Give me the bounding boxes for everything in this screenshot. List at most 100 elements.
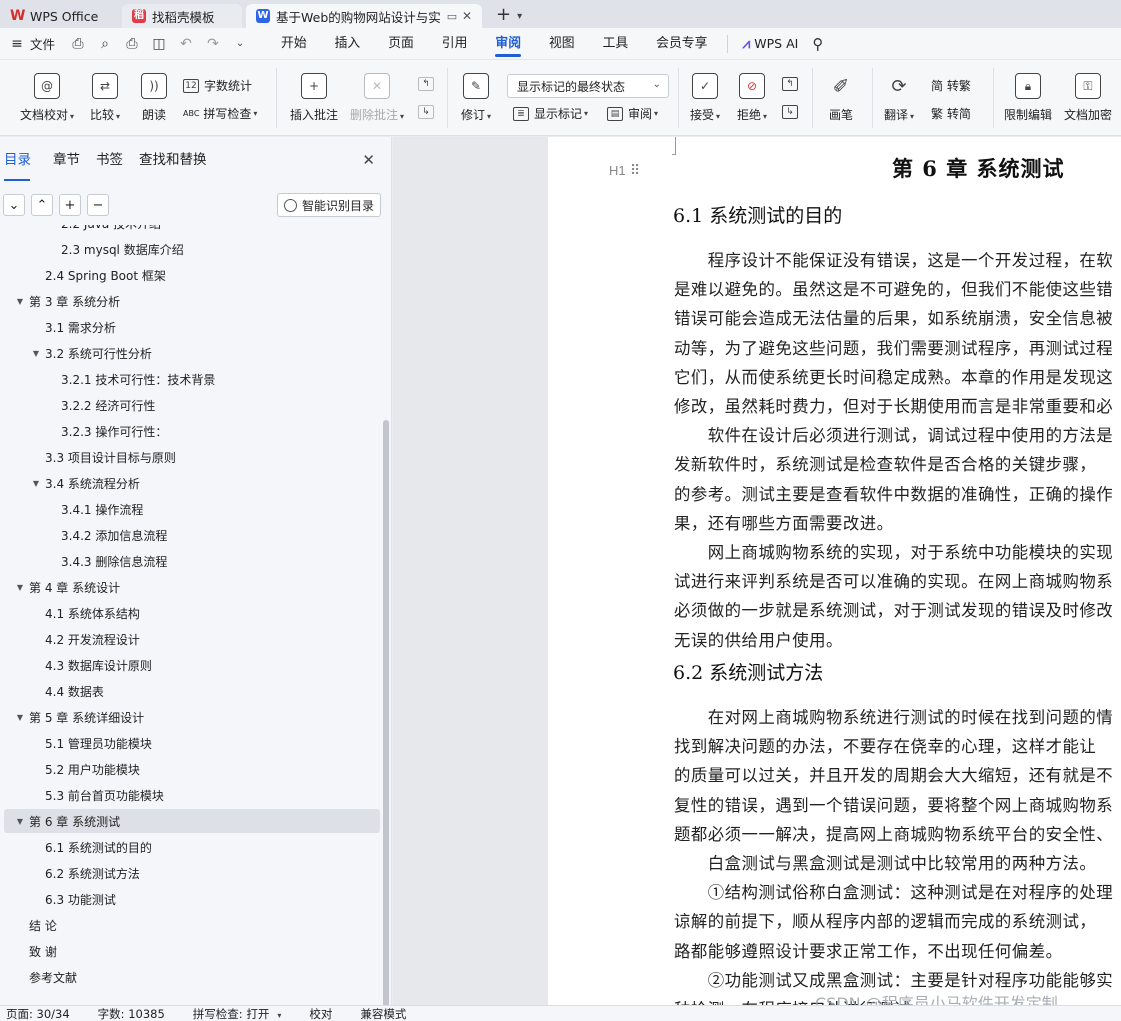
- toc-item[interactable]: 3.2.3 操作可行性：: [0, 419, 380, 443]
- to-traditional-button[interactable]: 简 转繁: [931, 77, 971, 94]
- toc-item[interactable]: ▼ 第 6 章 系统测试: [4, 809, 380, 833]
- spell-check-indicator[interactable]: 拼写检查: 打开 ▾: [187, 1006, 282, 1021]
- heading-marker[interactable]: H1: [609, 163, 626, 178]
- review-pane-button[interactable]: ▤ 审阅 ▾: [607, 105, 658, 122]
- wps-ai-button[interactable]: ⩘ WPS AI: [742, 36, 798, 52]
- expand-toggle-icon[interactable]: ▼: [30, 349, 42, 358]
- toc-item[interactable]: ▼ 第 3 章 系统分析: [0, 289, 380, 313]
- toc-item[interactable]: 4.1 系统体系结构: [0, 601, 380, 625]
- toc-item[interactable]: 6.2 系统测试方法: [0, 861, 380, 885]
- toc-item[interactable]: 致 谢: [0, 939, 380, 963]
- menu-page[interactable]: 页面: [374, 28, 428, 60]
- menu-view[interactable]: 视图: [535, 28, 589, 60]
- search-icon[interactable]: ⚲: [812, 35, 823, 53]
- toc-item[interactable]: 2.2 Java 技术介绍: [0, 225, 380, 235]
- toc-item[interactable]: 5.1 管理员功能模块: [0, 731, 380, 755]
- nav-tab-find-replace[interactable]: 查找和替换: [135, 137, 217, 183]
- toc-item[interactable]: 3.3 项目设计目标与原则: [0, 445, 380, 469]
- menu-tools[interactable]: 工具: [589, 28, 643, 60]
- nav-tab-bookmarks[interactable]: 书签: [92, 137, 133, 183]
- menu-file[interactable]: 文件: [30, 34, 55, 53]
- compare-button[interactable]: ⇄ 比较 ▾: [90, 73, 120, 123]
- toc-item[interactable]: 2.3 mysql 数据库介绍: [0, 237, 380, 261]
- toc-item[interactable]: 5.2 用户功能模块: [0, 757, 380, 781]
- toc-item[interactable]: 4.2 开发流程设计: [0, 627, 380, 651]
- insert-comment-button[interactable]: + 插入批注: [290, 73, 338, 123]
- reject-button[interactable]: ⊘ 拒绝 ▾: [737, 73, 767, 123]
- page-indicator[interactable]: 页面: 30/34: [0, 1006, 70, 1021]
- expand-toggle-icon[interactable]: ▼: [14, 817, 26, 826]
- tab-wps-office[interactable]: W WPS Office: [0, 4, 118, 28]
- revise-button[interactable]: ✎ 修订 ▾: [461, 73, 491, 123]
- nav-tab-sections[interactable]: 章节: [49, 137, 90, 183]
- chevron-down-icon[interactable]: ▾: [517, 11, 522, 28]
- expand-toggle-icon[interactable]: ▼: [14, 583, 26, 592]
- menu-start[interactable]: 开始: [267, 28, 321, 60]
- toc-item[interactable]: 3.4.1 操作流程: [0, 497, 380, 521]
- toc-item[interactable]: 3.4.3 删除信息流程: [0, 549, 380, 573]
- toc-item[interactable]: 2.4 Spring Boot 框架: [0, 263, 380, 287]
- scrollbar[interactable]: [383, 420, 389, 1010]
- menu-reference[interactable]: 引用: [428, 28, 482, 60]
- undo-icon[interactable]: ↶: [177, 36, 195, 52]
- toc-item[interactable]: 6.3 功能测试: [0, 887, 380, 911]
- toc-item[interactable]: 3.2.1 技术可行性：技术背景: [0, 367, 380, 391]
- expand-toggle-icon[interactable]: ▼: [14, 297, 26, 306]
- monitor-icon[interactable]: ▭: [447, 10, 457, 23]
- pen-button[interactable]: ✐ 画笔: [828, 73, 854, 123]
- export-icon[interactable]: ⌕: [96, 36, 114, 52]
- hamburger-icon[interactable]: ≡: [4, 36, 30, 52]
- word-count-button[interactable]: 12 字数统计: [183, 77, 252, 94]
- read-aloud-button[interactable]: )) 朗读: [141, 73, 167, 123]
- nav-tab-toc[interactable]: 目录: [0, 137, 41, 183]
- toc-item[interactable]: ▼ 第 4 章 系统设计: [0, 575, 380, 599]
- new-tab-icon[interactable]: +: [486, 4, 517, 28]
- toc-item[interactable]: 6.1 系统测试的目的: [0, 835, 380, 859]
- markup-state-select[interactable]: 显示标记的最终状态 ⌄: [507, 74, 669, 98]
- menu-insert[interactable]: 插入: [321, 28, 375, 60]
- next-comment-button[interactable]: ↳: [418, 105, 439, 119]
- toc-item[interactable]: ▼ 第 5 章 系统详细设计: [0, 705, 380, 729]
- menu-member[interactable]: 会员专享: [642, 28, 721, 60]
- drag-handle-icon[interactable]: ⠿: [630, 163, 640, 179]
- close-tab-icon[interactable]: ✕: [462, 9, 472, 23]
- toc-item[interactable]: 3.2.2 经济可行性: [0, 393, 380, 417]
- proof-indicator[interactable]: 校对: [303, 1006, 332, 1021]
- redo-icon[interactable]: ↷: [204, 36, 222, 52]
- to-simplified-button[interactable]: 繁 转简: [931, 105, 971, 122]
- encrypt-button[interactable]: ⚿ 文档加密: [1064, 73, 1112, 123]
- toc-item[interactable]: 参考文献: [0, 965, 380, 989]
- smart-toc-button[interactable]: 智能识别目录: [277, 193, 381, 217]
- restrict-edit-button[interactable]: 🔒︎ 限制编辑: [1004, 73, 1052, 123]
- expand-toggle-icon[interactable]: ▼: [30, 479, 42, 488]
- toc-item[interactable]: 3.1 需求分析: [0, 315, 380, 339]
- toc-item[interactable]: ▼ 3.4 系统流程分析: [0, 471, 380, 495]
- accept-button[interactable]: ✓ 接受 ▾: [690, 73, 720, 123]
- word-count-indicator[interactable]: 字数: 10385: [92, 1006, 165, 1021]
- menu-review[interactable]: 审阅: [481, 28, 535, 60]
- show-markup-button[interactable]: ≣ 显示标记 ▾: [513, 105, 588, 122]
- chevron-down-icon[interactable]: ⌄: [231, 38, 249, 49]
- toc-item[interactable]: 4.3 数据库设计原则: [0, 653, 380, 677]
- delete-comment-button[interactable]: ✕ 删除批注 ▾: [350, 73, 404, 123]
- prev-change-button[interactable]: ↰: [782, 77, 803, 91]
- doc-check-button[interactable]: @ 文档校对 ▾: [20, 73, 74, 123]
- toc-item[interactable]: 结 论: [0, 913, 380, 937]
- tab-docer-templates[interactable]: 稻 找稻壳模板: [122, 4, 242, 28]
- plus-icon[interactable]: +: [59, 194, 81, 216]
- print-icon[interactable]: ⎙: [123, 36, 141, 52]
- close-icon[interactable]: ✕: [362, 151, 375, 169]
- next-change-button[interactable]: ↳: [782, 105, 803, 119]
- save-icon[interactable]: ⎙: [69, 36, 87, 52]
- toc-item[interactable]: ▼ 3.2 系统可行性分析: [0, 341, 380, 365]
- toc-item[interactable]: 5.3 前台首页功能模块: [0, 783, 380, 807]
- prev-comment-button[interactable]: ↰: [418, 77, 439, 91]
- expand-toggle-icon[interactable]: ▼: [14, 713, 26, 722]
- print-preview-icon[interactable]: ◫: [150, 36, 168, 52]
- toc-item[interactable]: 4.4 数据表: [0, 679, 380, 703]
- minus-icon[interactable]: −: [87, 194, 109, 216]
- toc-item[interactable]: 3.4.2 添加信息流程: [0, 523, 380, 547]
- tab-document[interactable]: W 基于Web的购物网站设计与实 ▭ ✕: [246, 4, 482, 28]
- translate-button[interactable]: ⟳ 翻译 ▾: [884, 73, 914, 123]
- chevron-down-icon[interactable]: ⌄: [3, 194, 25, 216]
